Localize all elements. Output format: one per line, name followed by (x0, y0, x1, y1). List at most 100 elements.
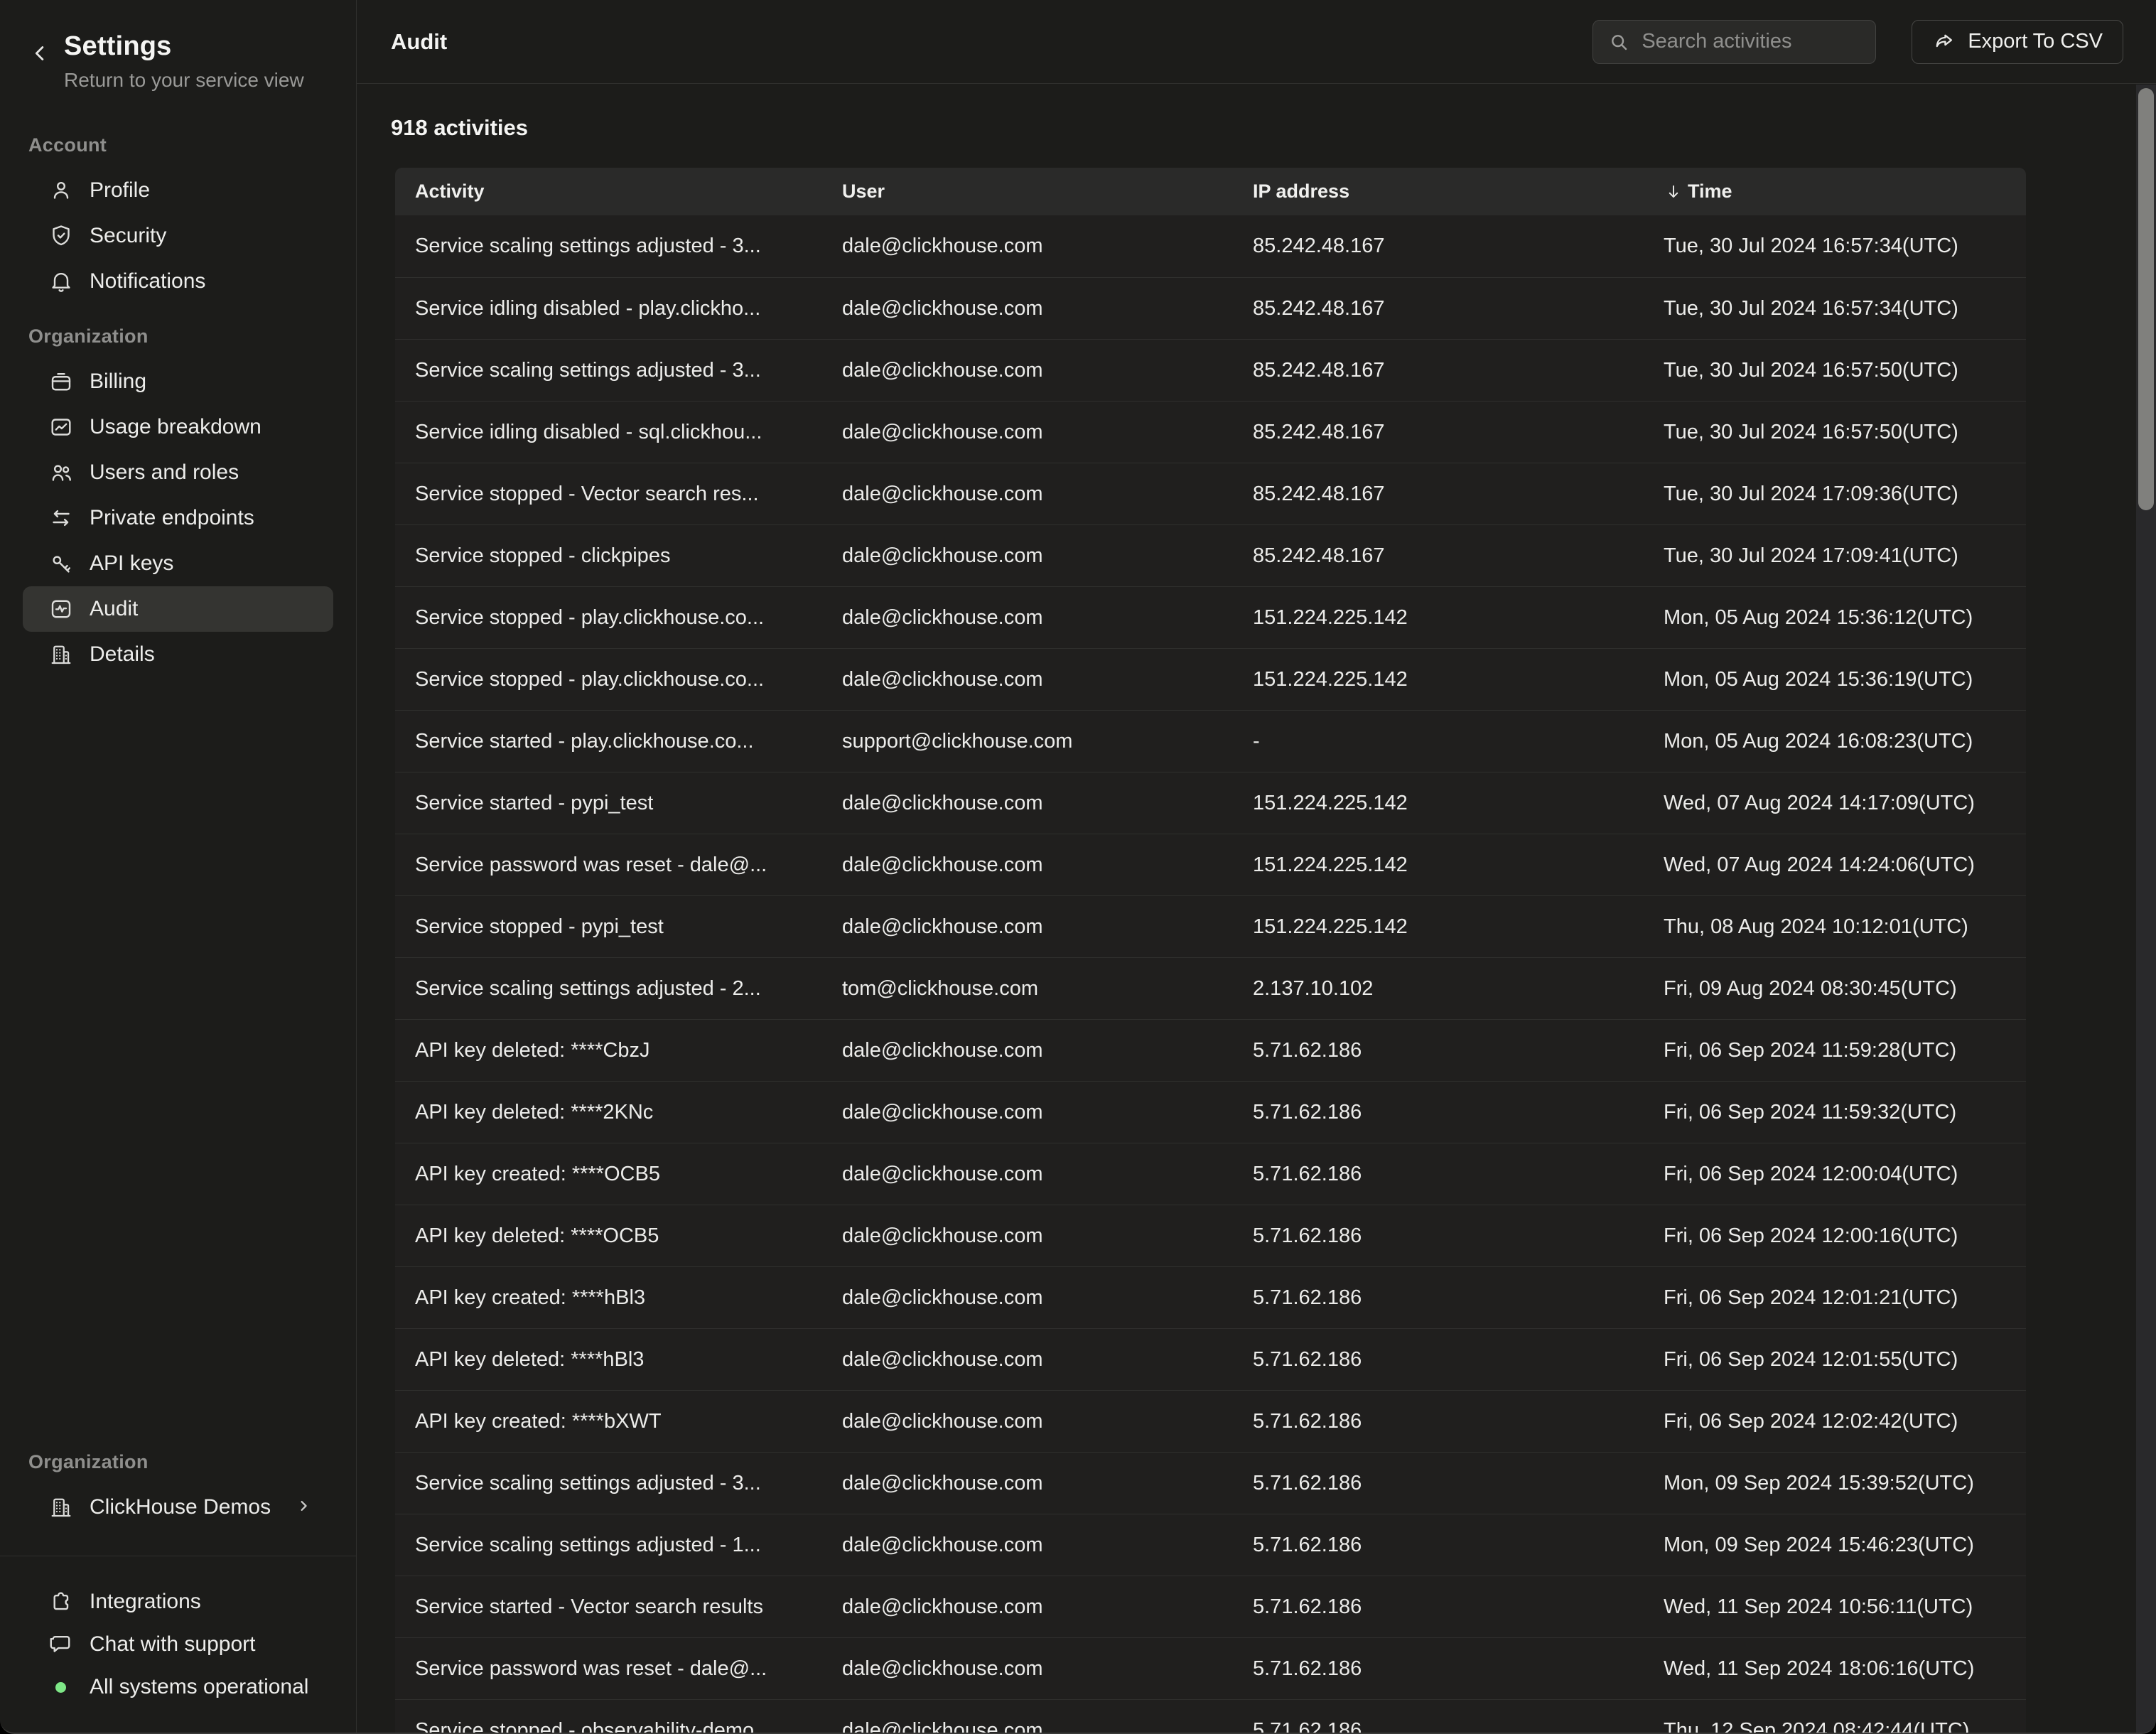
sidebar-item-label: Billing (90, 370, 146, 394)
table-row: Service stopped - clickpipes dale@clickh… (395, 524, 2026, 586)
cell-activity: Service password was reset - dale@... (395, 1638, 822, 1699)
cell-ip-address: 85.242.48.167 (1233, 215, 1644, 277)
sidebar-item-billing[interactable]: Billing (23, 359, 333, 404)
cell-user: dale@clickhouse.com (822, 1267, 1233, 1328)
sidebar-item-profile[interactable]: Profile (23, 168, 333, 213)
cell-activity: Service started - Vector search results (395, 1576, 822, 1637)
scrollbar-thumb[interactable] (2138, 88, 2154, 510)
sidebar-item-details[interactable]: Details (23, 632, 333, 677)
cell-ip-address: 151.224.225.142 (1233, 772, 1644, 834)
settings-sidebar: Settings Return to your service view Acc… (0, 0, 357, 1733)
cell-time: Fri, 06 Sep 2024 12:01:21(UTC) (1644, 1267, 2026, 1328)
sidebar-item-label: Details (90, 642, 155, 667)
cell-activity: API key deleted: ****CbzJ (395, 1020, 822, 1081)
column-header-user[interactable]: User (822, 168, 1233, 215)
settings-subtitle[interactable]: Return to your service view (64, 69, 304, 92)
swap-arrows-icon (48, 505, 74, 531)
cell-activity: API key deleted: ****hBl3 (395, 1329, 822, 1390)
sidebar-item-users-and-roles[interactable]: Users and roles (23, 450, 333, 495)
cell-time: Mon, 09 Sep 2024 15:39:52(UTC) (1644, 1453, 2026, 1514)
cell-time: Thu, 12 Sep 2024 08:42:44(UTC) (1644, 1700, 2026, 1733)
cell-activity: Service started - pypi_test (395, 772, 822, 834)
settings-title: Settings (64, 31, 304, 62)
app-window: Settings Return to your service view Acc… (0, 0, 2156, 1734)
sidebar-item-label: API keys (90, 551, 173, 576)
cell-ip-address: 5.71.62.186 (1233, 1143, 1644, 1205)
sidebar-item-usage-breakdown[interactable]: Usage breakdown (23, 404, 333, 450)
bell-icon (48, 269, 74, 294)
chat-with-support-label: Chat with support (90, 1632, 255, 1657)
table-row: API key deleted: ****CbzJ dale@clickhous… (395, 1019, 2026, 1081)
cell-user: dale@clickhouse.com (822, 1638, 1233, 1699)
cell-activity: Service stopped - Vector search res... (395, 463, 822, 524)
cell-ip-address: 85.242.48.167 (1233, 463, 1644, 524)
cell-activity: Service stopped - play.clickhouse.co... (395, 587, 822, 648)
cell-activity: Service scaling settings adjusted - 3... (395, 215, 822, 277)
cell-user: dale@clickhouse.com (822, 525, 1233, 586)
cell-user: dale@clickhouse.com (822, 1143, 1233, 1205)
sidebar-item-api-keys[interactable]: API keys (23, 541, 333, 586)
chat-with-support-link[interactable]: Chat with support (23, 1623, 333, 1666)
cell-user: dale@clickhouse.com (822, 1514, 1233, 1576)
column-header-ip-address[interactable]: IP address (1233, 168, 1644, 215)
table-row: Service scaling settings adjusted - 3...… (395, 1452, 2026, 1514)
back-button[interactable] (28, 41, 53, 69)
cell-user: dale@clickhouse.com (822, 587, 1233, 648)
cell-user: support@clickhouse.com (822, 711, 1233, 772)
building-icon (48, 642, 74, 667)
cell-activity: Service stopped - pypi_test (395, 896, 822, 957)
cell-ip-address: 5.71.62.186 (1233, 1391, 1644, 1452)
column-header-activity[interactable]: Activity (395, 168, 822, 215)
cell-time: Thu, 08 Aug 2024 10:12:01(UTC) (1644, 896, 2026, 957)
cell-ip-address: 151.224.225.142 (1233, 834, 1644, 895)
sidebar-item-notifications[interactable]: Notifications (23, 259, 333, 304)
export-to-csv-label: Export To CSV (1968, 30, 2103, 53)
cell-user: tom@clickhouse.com (822, 958, 1233, 1019)
system-status-link[interactable]: All systems operational (23, 1666, 333, 1708)
section-label-organization: Organization (0, 325, 356, 348)
search-input[interactable] (1642, 30, 1861, 53)
cell-activity: API key created: ****bXWT (395, 1391, 822, 1452)
cell-ip-address: - (1233, 711, 1644, 772)
topbar: Audit Export To CSV (357, 0, 2156, 84)
table-row: Service stopped - observability-demo dal… (395, 1699, 2026, 1733)
cell-user: dale@clickhouse.com (822, 340, 1233, 401)
cell-time: Wed, 07 Aug 2024 14:24:06(UTC) (1644, 834, 2026, 895)
integrations-link[interactable]: Integrations (23, 1580, 333, 1623)
sidebar-item-label: Notifications (90, 269, 205, 294)
cell-ip-address: 85.242.48.167 (1233, 525, 1644, 586)
export-to-csv-button[interactable]: Export To CSV (1912, 20, 2123, 64)
table-row: Service stopped - play.clickhouse.co... … (395, 648, 2026, 710)
cell-ip-address: 5.71.62.186 (1233, 1453, 1644, 1514)
table-row: Service scaling settings adjusted - 1...… (395, 1514, 2026, 1576)
cell-time: Tue, 30 Jul 2024 16:57:34(UTC) (1644, 278, 2026, 339)
search-icon (1607, 31, 1630, 53)
audit-table: Activity User IP address Time Service sc… (395, 168, 2026, 1733)
table-row: Service scaling settings adjusted - 3...… (395, 215, 2026, 277)
cell-user: dale@clickhouse.com (822, 1700, 1233, 1733)
cell-activity: Service idling disabled - sql.clickhou..… (395, 402, 822, 463)
page-title: Audit (391, 29, 447, 55)
column-header-time[interactable]: Time (1644, 168, 2026, 215)
usage-chart-icon (48, 414, 74, 440)
cell-user: dale@clickhouse.com (822, 1205, 1233, 1266)
cell-activity: Service scaling settings adjusted - 3... (395, 340, 822, 401)
search-box[interactable] (1592, 20, 1876, 64)
cell-time: Wed, 11 Sep 2024 18:06:16(UTC) (1644, 1638, 2026, 1699)
cell-ip-address: 5.71.62.186 (1233, 1514, 1644, 1576)
sidebar-item-private-endpoints[interactable]: Private endpoints (23, 495, 333, 541)
cell-user: dale@clickhouse.com (822, 896, 1233, 957)
cell-ip-address: 151.224.225.142 (1233, 896, 1644, 957)
sidebar-item-audit[interactable]: Audit (23, 586, 333, 632)
cell-time: Fri, 06 Sep 2024 12:01:55(UTC) (1644, 1329, 2026, 1390)
users-icon (48, 460, 74, 485)
scrollbar-track[interactable] (2136, 85, 2156, 1733)
table-row: Service idling disabled - play.clickho..… (395, 277, 2026, 339)
sidebar-item-security[interactable]: Security (23, 213, 333, 259)
main-panel: Audit Export To CSV 918 activities Activ… (357, 0, 2156, 1733)
cell-time: Mon, 05 Aug 2024 15:36:19(UTC) (1644, 649, 2026, 710)
sort-descending-icon (1664, 182, 1683, 202)
chat-bubble-icon (48, 1632, 74, 1657)
organization-switcher[interactable]: ClickHouse Demos (23, 1485, 333, 1530)
cell-activity: API key deleted: ****OCB5 (395, 1205, 822, 1266)
